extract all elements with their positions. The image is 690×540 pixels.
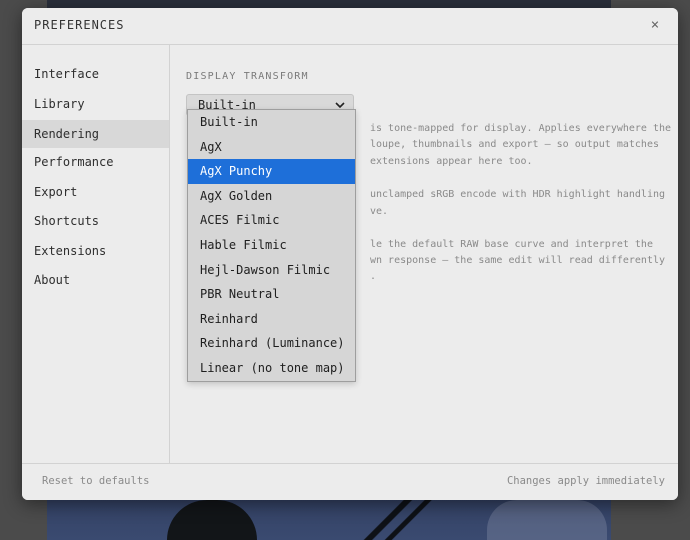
reset-defaults-button[interactable]: Reset to defaults: [42, 475, 149, 487]
description-line: .: [370, 271, 377, 282]
sidebar-item-rendering[interactable]: Rendering: [22, 120, 169, 148]
description-line: is tone-mapped for display. Applies ever…: [370, 123, 672, 134]
sidebar-item-extensions[interactable]: Extensions: [22, 237, 169, 265]
preferences-sidebar: Interface Library Rendering Performance …: [22, 45, 170, 463]
menu-item-built-in[interactable]: Built-in: [188, 110, 355, 135]
menu-item-aces-filmic[interactable]: ACES Filmic: [188, 208, 355, 233]
menu-item-hejl-dawson-filmic[interactable]: Hejl-Dawson Filmic: [188, 258, 355, 283]
dialog-header: PREFERENCES ×: [22, 8, 678, 45]
menu-item-reinhard[interactable]: Reinhard: [188, 307, 355, 332]
description-line: le the default RAW base curve and interp…: [370, 239, 653, 250]
section-label: DISPLAY TRANSFORM: [186, 71, 309, 82]
description-line: unclamped sRGB encode with HDR highlight…: [370, 189, 666, 200]
menu-item-agx[interactable]: AgX: [188, 135, 355, 160]
photo-silhouette: [167, 500, 257, 540]
photo-silhouette-2: [347, 500, 447, 540]
menu-item-reinhard-luminance[interactable]: Reinhard (Luminance): [188, 331, 355, 356]
menu-item-linear[interactable]: Linear (no tone map): [188, 356, 355, 381]
sidebar-item-about[interactable]: About: [22, 266, 169, 294]
description-line: loupe, thumbnails and export — so output…: [370, 139, 659, 150]
sidebar-item-library[interactable]: Library: [22, 90, 169, 118]
menu-item-agx-golden[interactable]: AgX Golden: [188, 184, 355, 209]
menu-item-pbr-neutral[interactable]: PBR Neutral: [188, 282, 355, 307]
footer-status: Changes apply immediately: [506, 475, 665, 487]
sidebar-item-shortcuts[interactable]: Shortcuts: [22, 207, 169, 235]
sidebar-item-export[interactable]: Export: [22, 178, 169, 206]
menu-item-agx-punchy[interactable]: AgX Punchy: [188, 159, 355, 184]
description-line: ve.: [370, 206, 389, 217]
dialog-footer: Reset to defaults Changes apply immediat…: [22, 463, 678, 500]
description-line: wn response — the same edit will read di…: [370, 255, 666, 266]
sidebar-item-performance[interactable]: Performance: [22, 148, 169, 176]
dialog-title: PREFERENCES: [34, 18, 125, 32]
description-line: extensions appear here too.: [370, 156, 533, 167]
close-icon[interactable]: ×: [646, 16, 664, 34]
menu-item-hable-filmic[interactable]: Hable Filmic: [188, 233, 355, 258]
sidebar-item-interface[interactable]: Interface: [22, 60, 169, 88]
display-transform-menu: Built-in AgX AgX Punchy AgX Golden ACES …: [187, 109, 356, 382]
photo-cloud: [487, 500, 607, 540]
